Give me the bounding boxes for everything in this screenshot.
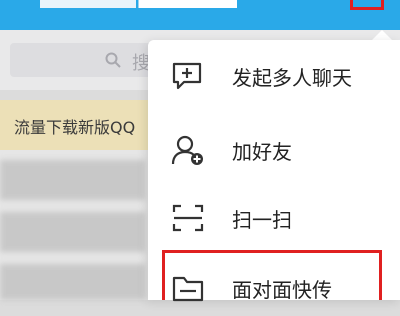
list-item[interactable]	[0, 212, 145, 252]
chat-plus-icon	[172, 62, 202, 90]
menu-item-label: 发起多人聊天	[232, 66, 352, 90]
menu-item-scan[interactable]: 扫一扫	[148, 190, 400, 246]
segment-tab-calls[interactable]	[138, 0, 237, 8]
top-header-bar	[0, 0, 400, 30]
notice-text: 流量下载新版QQ	[14, 118, 136, 137]
list-item[interactable]	[0, 160, 145, 200]
plus-button-highlight[interactable]	[350, 0, 384, 10]
menu-item-label: 扫一扫	[232, 208, 292, 232]
search-icon	[105, 52, 121, 68]
menu-item-add-friend[interactable]: 加好友	[148, 122, 400, 178]
segment-tab-messages[interactable]	[40, 0, 136, 8]
add-friend-icon	[171, 135, 203, 165]
menu-item-group-chat[interactable]: 发起多人聊天	[148, 48, 400, 104]
menu-item-label: 加好友	[232, 140, 292, 164]
scan-icon	[172, 204, 204, 232]
list-item[interactable]	[0, 264, 145, 300]
popup-pointer	[372, 30, 392, 40]
face-to-face-highlight-box	[162, 250, 382, 300]
